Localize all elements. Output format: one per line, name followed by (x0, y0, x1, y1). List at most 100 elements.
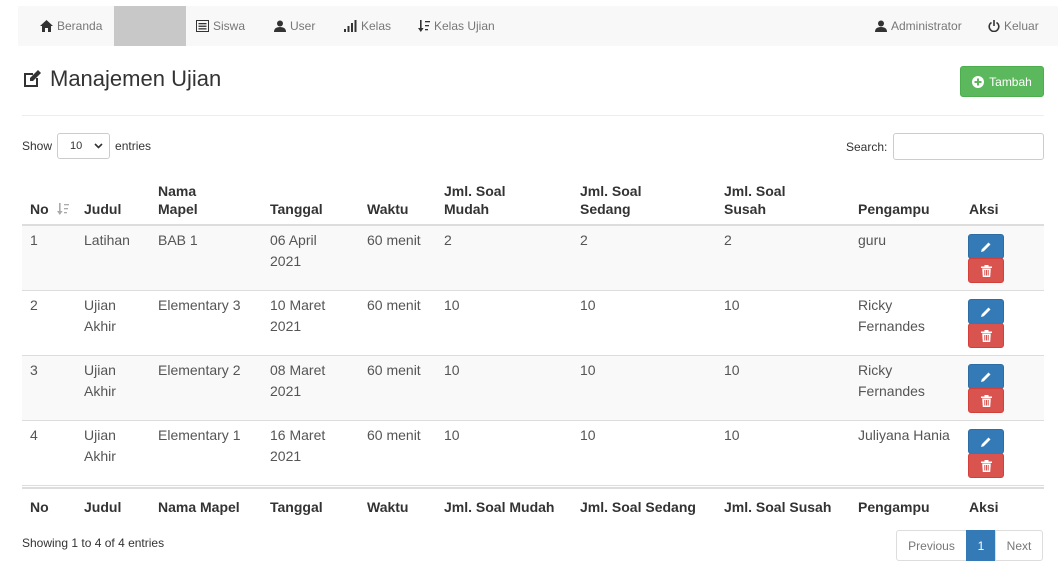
show-label: Show (22, 139, 53, 153)
edit-button[interactable] (968, 429, 1004, 454)
cell-susah: 10 (724, 362, 740, 378)
trash-icon (980, 459, 992, 472)
edit-button[interactable] (968, 299, 1004, 324)
cell-pengampu: Juliyana Hania (858, 427, 950, 443)
nav-ujian-label: Ujian (124, 19, 152, 33)
cell-mapel: Elementary 3 (158, 297, 241, 313)
cell-pengampu: Ricky Fernandes (858, 297, 925, 334)
trash-icon (980, 329, 992, 342)
th-aksi: Aksi (969, 201, 999, 217)
trash-icon (980, 394, 992, 407)
cell-mudah: 10 (444, 427, 460, 443)
cell-judul: Ujian Akhir (84, 297, 116, 334)
nav-administrator-label: Administrator (891, 19, 962, 33)
signal-icon (344, 20, 357, 32)
add-button-label: Tambah (989, 74, 1032, 89)
cell-judul: Ujian Akhir (84, 427, 116, 464)
cell-tanggal: 08 Maret 2021 (270, 362, 326, 399)
length-control: Show 10 entries (22, 133, 151, 159)
tf-judul: Judul (84, 499, 122, 515)
tf-waktu: Waktu (367, 499, 409, 515)
cell-tanggal: 16 Maret 2021 (270, 427, 326, 464)
cell-susah: 2 (724, 232, 732, 248)
sort-order-icon (418, 20, 430, 32)
divider (22, 115, 1044, 116)
add-button[interactable]: Tambah (960, 66, 1044, 97)
tf-jml-mudah: Jml. Soal Mudah (444, 499, 555, 515)
cell-no: 2 (30, 297, 38, 313)
pencil-icon (981, 307, 991, 317)
cell-no: 1 (30, 232, 38, 248)
entries-select[interactable]: 10 (57, 133, 111, 159)
tf-aksi: Aksi (969, 499, 999, 515)
tf-jml-sedang: Jml. Soal Sedang (580, 499, 696, 515)
nav-siswa[interactable]: Siswa (196, 6, 245, 46)
cell-mudah: 2 (444, 232, 452, 248)
search-input[interactable] (893, 133, 1045, 160)
cell-sedang: 10 (580, 297, 596, 313)
nav-beranda[interactable]: Beranda (40, 6, 102, 46)
nav-kelas-ujian-label: Kelas Ujian (434, 19, 495, 33)
nav-keluar[interactable]: Keluar (988, 6, 1039, 46)
cell-mapel: Elementary 2 (158, 362, 241, 378)
th-waktu[interactable]: Waktu (367, 200, 408, 218)
pagination: Previous 1 Next (896, 530, 1043, 561)
th-pengampu[interactable]: Pengampu (858, 200, 930, 218)
edit-button[interactable] (968, 234, 1004, 259)
cell-waktu: 60 menit (367, 427, 421, 443)
th-tanggal[interactable]: Tanggal (270, 200, 323, 218)
cell-no: 4 (30, 427, 38, 443)
tf-nama-mapel: Nama Mapel (158, 499, 240, 515)
cell-mapel: BAB 1 (158, 232, 198, 248)
cell-waktu: 60 menit (367, 232, 421, 248)
nav-ujian-active[interactable]: Ujian (114, 6, 186, 46)
pencil-icon (981, 372, 991, 382)
tf-tanggal: Tanggal (270, 499, 323, 515)
edit-button[interactable] (968, 364, 1004, 389)
nav-user[interactable]: User (274, 6, 315, 46)
nav-kelas-ujian[interactable]: Kelas Ujian (418, 6, 495, 46)
cell-tanggal: 10 Maret 2021 (270, 297, 326, 334)
footer-divider (22, 487, 1044, 489)
tf-pengampu: Pengampu (858, 499, 930, 515)
sort-asc-icon (56, 203, 69, 215)
page-title-text: Manajemen Ujian (50, 66, 222, 91)
delete-button[interactable] (968, 258, 1004, 283)
nav-keluar-label: Keluar (1004, 19, 1039, 33)
nav-kelas-label: Kelas (361, 19, 392, 33)
cell-susah: 10 (724, 297, 740, 313)
previous-button[interactable]: Previous (896, 530, 967, 561)
th-jml-sedang[interactable]: Jml. Soal Sedang (580, 182, 665, 218)
entries-value: 10 (70, 140, 83, 152)
page-1-button[interactable]: 1 (966, 530, 996, 561)
search-label: Search: (846, 139, 888, 154)
chevron-down-icon (94, 143, 103, 149)
th-jml-susah[interactable]: Jml. Soal Susah (724, 182, 809, 218)
nav-kelas[interactable]: Kelas (344, 6, 391, 46)
tf-jml-susah: Jml. Soal Susah (724, 499, 832, 515)
nav-beranda-label: Beranda (57, 19, 103, 33)
delete-button[interactable] (968, 323, 1004, 348)
cell-susah: 10 (724, 427, 740, 443)
th-no-label: No (30, 201, 49, 217)
th-jml-mudah[interactable]: Jml. Soal Mudah (444, 182, 529, 218)
next-button[interactable]: Next (995, 530, 1043, 561)
list-icon (196, 20, 209, 32)
table-info: Showing 1 to 4 of 4 entries (22, 536, 165, 550)
delete-button[interactable] (968, 388, 1004, 413)
nav-user-label: User (290, 19, 316, 33)
cell-sedang: 2 (580, 232, 588, 248)
home-icon (40, 20, 53, 32)
user-icon (274, 20, 286, 32)
cell-waktu: 60 menit (367, 297, 421, 313)
delete-button[interactable] (968, 453, 1004, 478)
nav-administrator[interactable]: Administrator (875, 6, 962, 46)
cell-no: 3 (30, 362, 38, 378)
cell-mudah: 10 (444, 362, 460, 378)
trash-icon (980, 264, 992, 277)
edit-icon (24, 70, 41, 87)
th-judul[interactable]: Judul (84, 200, 121, 218)
th-nama-mapel[interactable]: Nama Mapel (158, 182, 228, 218)
th-no[interactable]: No (30, 200, 69, 218)
top-navbar: Beranda Ujian Siswa User Kelas Kelas Uji… (18, 6, 1058, 46)
